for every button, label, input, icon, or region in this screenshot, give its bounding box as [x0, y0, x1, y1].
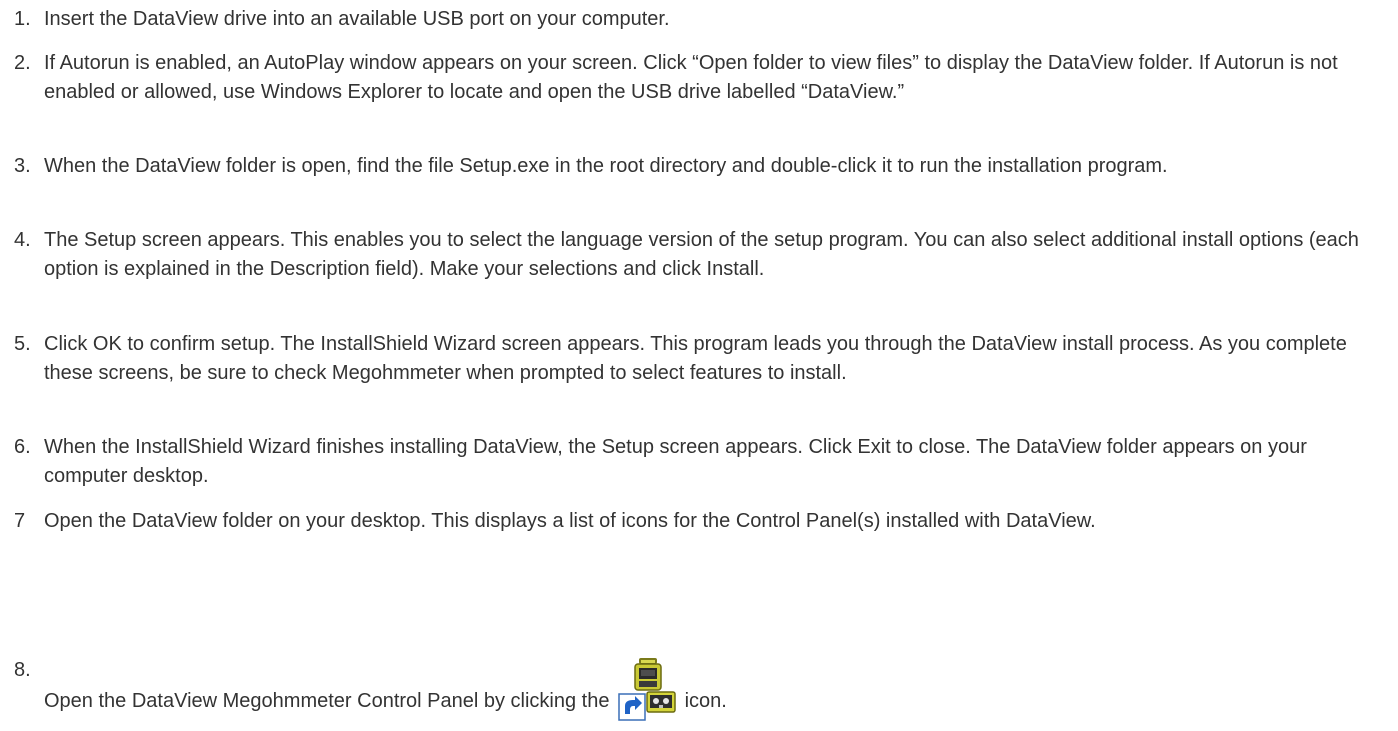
step-text: Insert the DataView drive into an availa…	[44, 8, 670, 30]
step-3: 3. When the DataView folder is open, fin…	[14, 152, 1384, 181]
step-text-after-icon: icon.	[684, 690, 727, 712]
step-7: 7 Open the DataView folder on your deskt…	[14, 507, 1384, 536]
step-1: 1. Insert the DataView drive into an ava…	[14, 5, 1384, 34]
step-text: When the DataView folder is open, find t…	[44, 155, 1168, 177]
step-8: 8. Open the DataView Megohmmeter Control…	[14, 656, 1384, 721]
step-number: 8.	[14, 659, 31, 681]
step-text: Open the DataView folder on your desktop…	[44, 510, 1096, 532]
step-5: 5. Click OK to confirm setup. The Instal…	[14, 330, 1384, 388]
step-number: 5.	[14, 333, 31, 355]
step-6: 6. When the InstallShield Wizard finishe…	[14, 433, 1384, 491]
step-number: 3.	[14, 155, 31, 177]
step-text: If Autorun is enabled, an AutoPlay windo…	[44, 52, 1338, 103]
step-text: Click OK to confirm setup. The InstallSh…	[44, 333, 1347, 384]
step-text-before-icon: Open the DataView Megohmmeter Control Pa…	[44, 690, 610, 712]
step-number: 4.	[14, 229, 31, 251]
step-text: When the InstallShield Wizard finishes i…	[44, 436, 1307, 487]
step-number: 7	[14, 510, 26, 532]
step-text: Open the DataView Megohmmeter Control Pa…	[44, 656, 1384, 721]
instructions-page: 1. Insert the DataView drive into an ava…	[0, 0, 1398, 721]
step-number: 6.	[14, 436, 31, 458]
step-2: 2. If Autorun is enabled, an AutoPlay wi…	[14, 49, 1384, 107]
megohmmeter-control-panel-shortcut-icon[interactable]	[617, 656, 677, 722]
step-4: 4. The Setup screen appears. This enable…	[14, 226, 1384, 284]
step-number: 2.	[14, 52, 31, 74]
step-text: The Setup screen appears. This enables y…	[44, 229, 1359, 280]
step-number: 1.	[14, 8, 31, 30]
